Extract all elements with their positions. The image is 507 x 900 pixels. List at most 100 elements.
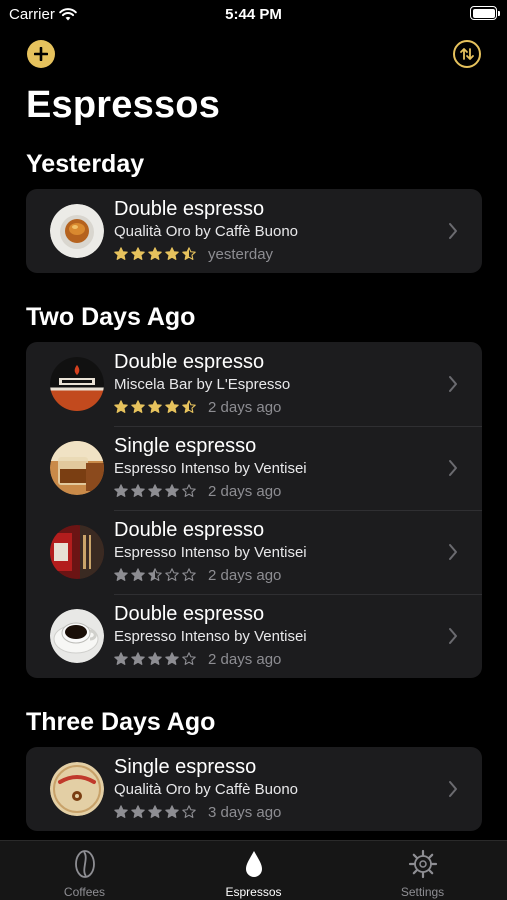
espresso-row[interactable]: Single espresso Qualità Oro by Caffè Buo… xyxy=(26,747,482,831)
drop-icon xyxy=(245,851,262,877)
star-filled-icon xyxy=(114,568,128,581)
espresso-row[interactable]: Single espresso Espresso Intenso by Vent… xyxy=(26,426,482,510)
star-filled-icon xyxy=(165,484,179,497)
espresso-row-text: Single espresso Espresso Intenso by Vent… xyxy=(114,434,307,501)
tab-label: Espressos xyxy=(225,885,282,899)
espresso-name: Single espresso xyxy=(114,756,257,778)
gear-icon xyxy=(408,849,437,879)
star-filled-icon xyxy=(148,652,162,665)
star-empty-icon xyxy=(182,484,196,497)
coffee-bean-icon xyxy=(74,850,95,878)
chevron-right-icon xyxy=(449,376,457,392)
espresso-row-text: Single espresso Qualità Oro by Caffè Buo… xyxy=(114,755,298,822)
espresso-row-text: Double espresso Miscela Bar by L'Espress… xyxy=(114,350,290,417)
star-rating xyxy=(114,400,196,414)
star-filled-icon xyxy=(131,247,145,260)
tab-espressos[interactable]: Espressos xyxy=(169,841,338,900)
star-half-icon xyxy=(148,568,162,581)
chevron-right-icon xyxy=(449,628,457,644)
row-meta: 2 days ago xyxy=(114,565,307,585)
battery-icon xyxy=(470,6,500,20)
espresso-row-text: Double espresso Espresso Intenso by Vent… xyxy=(114,518,307,585)
espresso-photo xyxy=(50,204,104,258)
date-label: 2 days ago xyxy=(208,566,282,584)
star-filled-icon xyxy=(148,400,162,413)
section-header-yesterday: Yesterday xyxy=(26,150,145,178)
date-label: 2 days ago xyxy=(208,482,282,500)
espresso-package xyxy=(50,525,104,579)
star-filled-icon xyxy=(114,400,128,413)
chevron-right-icon xyxy=(449,460,457,476)
tab-label: Coffees xyxy=(63,885,106,899)
coffee-name: Miscela Bar by L'Espresso xyxy=(114,376,291,393)
star-empty-icon xyxy=(182,805,196,818)
espresso-group-yesterday: Double espresso Qualità Oro by Caffè Buo… xyxy=(26,189,482,273)
star-filled-icon xyxy=(114,805,128,818)
star-filled-icon xyxy=(165,400,179,413)
star-filled-icon xyxy=(114,247,128,260)
espresso-row[interactable]: Double espresso Espresso Intenso by Vent… xyxy=(26,510,482,594)
espresso-row[interactable]: Double espresso Espresso Intenso by Vent… xyxy=(26,594,482,678)
espresso-group-two-days-ago: Double espresso Miscela Bar by L'Espress… xyxy=(26,342,482,678)
star-empty-icon xyxy=(165,568,179,581)
section-header-three-days-ago: Three Days Ago xyxy=(26,708,216,736)
espresso-row-text: Double espresso Espresso Intenso by Vent… xyxy=(114,602,307,669)
star-filled-icon xyxy=(148,805,162,818)
add-espresso-button[interactable] xyxy=(27,40,55,68)
espresso-group-three-days-ago: Single espresso Qualità Oro by Caffè Buo… xyxy=(26,747,482,831)
star-rating xyxy=(114,247,196,261)
tab-coffees[interactable]: Coffees xyxy=(0,841,169,900)
date-label: 2 days ago xyxy=(208,398,282,416)
espresso-name: Double espresso xyxy=(114,603,265,625)
coffee-name: Espresso Intenso by Ventisei xyxy=(114,544,307,561)
sort-button[interactable] xyxy=(453,40,481,68)
star-empty-icon xyxy=(182,652,196,665)
page-title: Espressos xyxy=(26,84,221,126)
section-header-two-days-ago: Two Days Ago xyxy=(26,303,196,331)
star-rating xyxy=(114,484,196,498)
star-filled-icon xyxy=(131,652,145,665)
espresso-package xyxy=(50,762,104,816)
star-half-icon xyxy=(182,247,196,260)
star-filled-icon xyxy=(165,805,179,818)
chevron-right-icon xyxy=(449,223,457,239)
espresso-row[interactable]: Double espresso Qualità Oro by Caffè Buo… xyxy=(26,189,482,273)
espresso-name: Double espresso xyxy=(114,519,265,541)
date-label: 3 days ago xyxy=(208,803,282,821)
row-meta: 2 days ago xyxy=(114,481,307,501)
star-filled-icon xyxy=(165,247,179,260)
star-rating xyxy=(114,568,196,582)
row-meta: 3 days ago xyxy=(114,802,298,822)
coffee-name: Espresso Intenso by Ventisei xyxy=(114,460,307,477)
espresso-name: Single espresso xyxy=(114,435,257,457)
chevron-right-icon xyxy=(449,781,457,797)
star-filled-icon xyxy=(131,484,145,497)
tab-bar: Coffees Espressos Settings xyxy=(0,840,507,900)
row-meta: yesterday xyxy=(114,244,298,264)
chevron-right-icon xyxy=(449,544,457,560)
date-label: 2 days ago xyxy=(208,650,282,668)
star-empty-icon xyxy=(182,568,196,581)
row-meta: 2 days ago xyxy=(114,649,307,669)
star-rating xyxy=(114,805,196,819)
espresso-row-text: Double espresso Qualità Oro by Caffè Buo… xyxy=(114,197,298,264)
status-bar: Carrier 5:44 PM xyxy=(0,0,507,28)
plus-icon xyxy=(34,47,48,61)
star-filled-icon xyxy=(148,247,162,260)
star-filled-icon xyxy=(131,805,145,818)
espresso-photo xyxy=(50,441,104,495)
star-filled-icon xyxy=(131,400,145,413)
espresso-name: Double espresso xyxy=(114,351,265,373)
coffee-name: Qualità Oro by Caffè Buono xyxy=(114,223,298,240)
star-filled-icon xyxy=(148,484,162,497)
star-rating xyxy=(114,652,196,666)
star-half-icon xyxy=(182,400,196,413)
star-filled-icon xyxy=(165,652,179,665)
espresso-row[interactable]: Double espresso Miscela Bar by L'Espress… xyxy=(26,342,482,426)
tab-label: Settings xyxy=(400,885,445,899)
espresso-photo xyxy=(50,609,104,663)
star-filled-icon xyxy=(114,484,128,497)
tab-settings[interactable]: Settings xyxy=(338,841,507,900)
sort-arrows-icon xyxy=(460,48,474,60)
espresso-name: Double espresso xyxy=(114,198,265,220)
